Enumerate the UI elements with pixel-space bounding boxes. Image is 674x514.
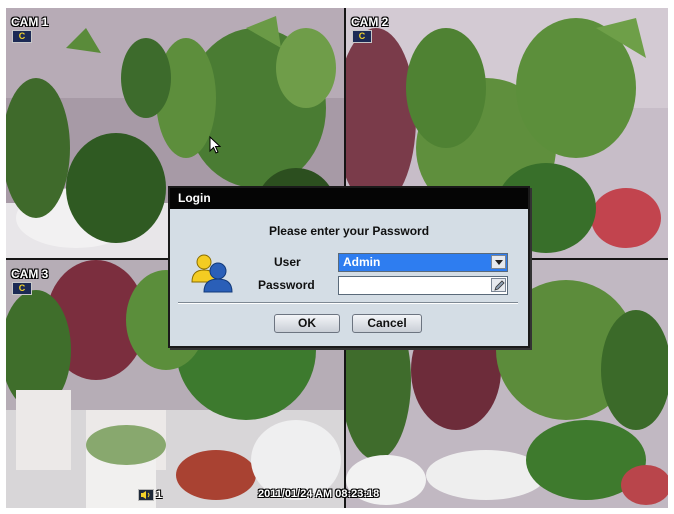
password-field[interactable]: [338, 276, 508, 295]
user-select-value: Admin: [343, 255, 381, 269]
cancel-button[interactable]: Cancel: [352, 314, 422, 333]
ok-button[interactable]: OK: [274, 314, 340, 333]
password-label: Password: [258, 278, 315, 292]
audio-channel-number: 1: [156, 489, 163, 501]
user-select[interactable]: Admin: [338, 253, 508, 272]
virtual-keyboard-button[interactable]: [491, 278, 506, 292]
dialog-divider: [178, 302, 518, 304]
record-mode-badge: C: [12, 30, 32, 43]
camera-label: CAM 1: [11, 15, 49, 29]
pencil-icon: [494, 280, 505, 291]
speaker-icon: [138, 489, 154, 501]
user-label: User: [274, 255, 301, 269]
dialog-title: Login: [170, 188, 528, 209]
record-mode-badge: C: [12, 282, 32, 295]
datetime-display: 2011/01/24 AM 08:23:18: [258, 488, 380, 500]
user-dropdown-button[interactable]: [491, 255, 506, 269]
mouse-pointer-icon: [209, 136, 221, 154]
users-icon: [191, 254, 233, 293]
chevron-down-icon: [495, 260, 503, 265]
camera-label: CAM 2: [351, 15, 389, 29]
login-dialog: Login Please enter your Password User Ad…: [168, 186, 530, 348]
record-mode-badge: C: [352, 30, 372, 43]
audio-status: 1: [138, 486, 162, 504]
login-prompt: Please enter your Password: [268, 224, 430, 238]
camera-label: CAM 3: [11, 267, 49, 281]
